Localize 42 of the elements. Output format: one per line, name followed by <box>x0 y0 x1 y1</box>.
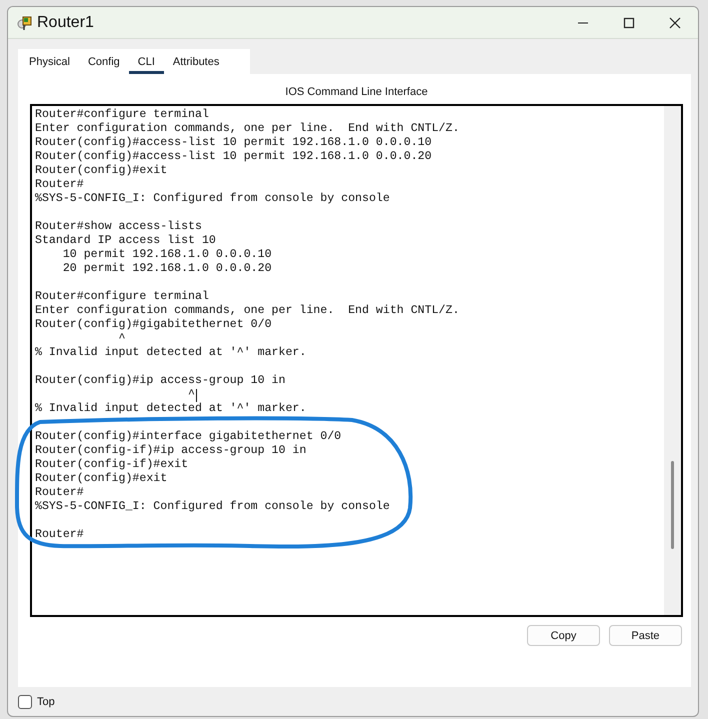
scrollbar[interactable] <box>664 106 681 615</box>
close-icon <box>669 16 681 28</box>
terminal-line: Router# <box>35 528 84 542</box>
terminal-line: 10 permit 192.168.1.0 0.0.0.10 <box>62 248 272 262</box>
action-button[interactable]: Copy <box>527 625 600 646</box>
terminal-line: ^ <box>187 388 196 402</box>
top-checkbox[interactable]: Top <box>18 694 55 708</box>
checkbox-label: Top <box>37 696 55 708</box>
terminal-line: Router#show access-lists <box>35 220 202 234</box>
terminal-line: Router(config-if)#exit <box>35 458 188 472</box>
tab[interactable]: Physical <box>20 49 79 74</box>
terminal-line: Router#configure terminal <box>35 108 209 122</box>
window-title: Router1 <box>37 14 95 32</box>
tab[interactable]: Config <box>78 49 129 74</box>
device-icon <box>17 14 33 30</box>
terminal-line: %SYS-5-CONFIG_I: Configured from console by console <box>35 192 390 206</box>
terminal-line: Router(config)#gigabitethernet 0/0 <box>35 318 272 332</box>
terminal-line: Router(config)#exit <box>35 164 168 178</box>
panel-title: IOS Command Line Interface <box>284 85 429 100</box>
terminal-line: Router#configure terminal <box>35 290 209 304</box>
terminal-line: Router# <box>35 486 84 500</box>
terminal-line: Enter configuration commands, one per line. End with CNTL/Z. <box>35 304 460 318</box>
terminal-line: % Invalid input detected at '^' marker. <box>35 402 306 416</box>
terminal-line: Router(config-if)#ip access-group 10 in <box>35 444 306 458</box>
terminal-line: Router(config)#access-list 10 permit 192.168.1.0 0.0.0.10 <box>35 136 432 150</box>
terminal-line: Standard IP access list 10 <box>35 234 216 248</box>
terminal-line: Router(config)#interface gigabitethernet 0/0 <box>35 430 342 444</box>
maximize-icon <box>623 16 635 28</box>
terminal-line: 20 permit 192.168.1.0 0.0.0.20 <box>62 262 272 276</box>
tab[interactable]: Attributes <box>164 49 228 74</box>
action-button[interactable]: Paste <box>609 625 682 646</box>
terminal-line: Router(config)#access-list 10 permit 192.168.1.0 0.0.0.20 <box>35 150 432 164</box>
terminal-line: ^ <box>117 332 126 346</box>
checkbox[interactable] <box>18 694 32 708</box>
terminal-line: Router(config)#exit <box>35 472 168 486</box>
terminal-line: %SYS-5-CONFIG_I: Configured from console by console <box>35 500 390 514</box>
text-cursor <box>196 388 198 402</box>
terminal-line: % Invalid input detected at '^' marker. <box>35 346 306 360</box>
terminal-line: Enter configuration commands, one per line. End with CNTL/Z. <box>35 122 460 136</box>
terminal-line: Router# <box>35 178 84 192</box>
scrollbar-thumb[interactable] <box>671 461 674 549</box>
terminal-line: Router(config)#ip access-group 10 in <box>35 374 286 388</box>
